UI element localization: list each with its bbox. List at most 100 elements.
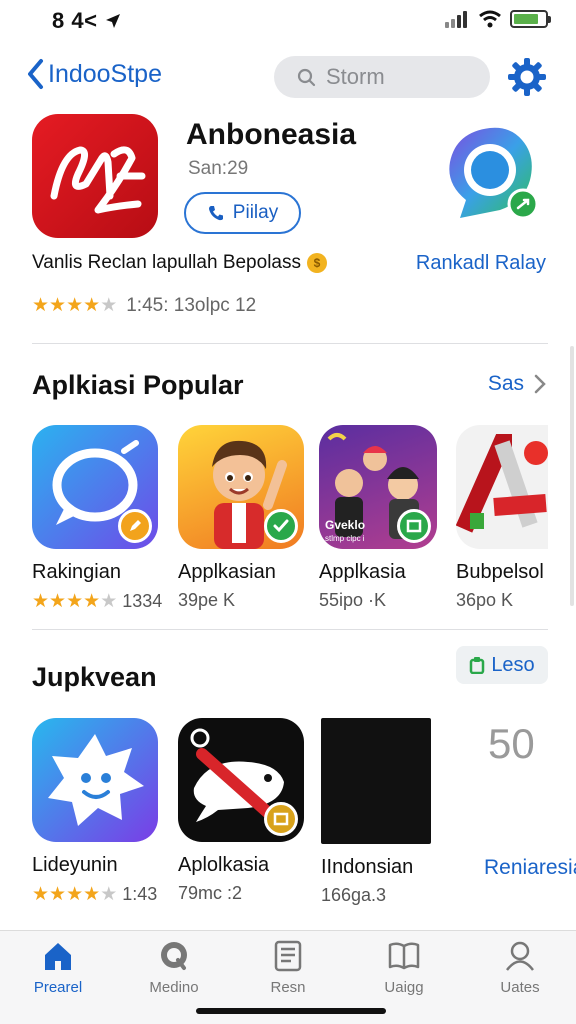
app-name: Rakingian bbox=[32, 561, 121, 583]
star-icon: ★ bbox=[83, 295, 100, 316]
app-card[interactable]: Aplolkasia 79mc :2 bbox=[178, 718, 308, 904]
app-tile-group: Gveklo stlmp clpc i bbox=[319, 425, 437, 549]
tab-medino[interactable]: Medino bbox=[134, 939, 214, 996]
app-meta: 55ipo ·K bbox=[319, 590, 449, 611]
app-meta-text: 1:43 bbox=[122, 884, 158, 904]
app-tile-letter-a bbox=[456, 425, 548, 549]
featured-app: Anboneasia San:29 Piilay Vanlis Reclan l… bbox=[0, 112, 576, 342]
app-meta-text: 36po K bbox=[456, 590, 514, 610]
popular-app-row: Rakingian ★★★★★ 1334 Applkasian 39pe bbox=[0, 425, 576, 625]
app-card[interactable]: Lideyunin ★ ★ ★ ★ ★ 1:43 bbox=[32, 718, 162, 906]
ranking-app-icon[interactable] bbox=[440, 122, 540, 222]
leso-label: Leso bbox=[491, 653, 535, 676]
tab-label: Prearel bbox=[33, 979, 83, 996]
ranking-link[interactable]: Rankadl Ralay bbox=[416, 252, 546, 275]
app-name: IIndonsian bbox=[321, 856, 414, 878]
location-arrow-icon bbox=[106, 14, 120, 28]
featured-app-description: Vanlis Reclan lapullah Bepolass $ bbox=[32, 252, 327, 274]
search-magnifier-icon bbox=[161, 942, 187, 970]
app-card[interactable]: Applkasian 39pe K bbox=[178, 425, 308, 611]
play-button[interactable]: Piilay bbox=[184, 192, 301, 234]
signal-icon bbox=[445, 11, 467, 28]
chevron-right-icon bbox=[534, 374, 546, 394]
rating-stars: ★ ★ ★ ★ ★ bbox=[32, 294, 117, 317]
star-icon: ★ bbox=[83, 884, 100, 905]
game-caption: Gveklo stlmp clpc i bbox=[325, 518, 366, 543]
app-tile-black bbox=[321, 718, 431, 844]
app-meta-text: 1334 bbox=[122, 591, 163, 611]
back-label: IndooStpe bbox=[48, 59, 162, 88]
flag-badge-icon bbox=[264, 802, 298, 836]
star-icon: ★ bbox=[32, 884, 49, 905]
featured-app-title: Anboneasia bbox=[186, 118, 357, 151]
search-icon bbox=[297, 68, 316, 87]
star-icon: ★ bbox=[66, 295, 83, 316]
app-meta-text: 39pe K bbox=[178, 590, 236, 610]
gear-icon bbox=[508, 58, 546, 96]
star-icon: ★ bbox=[66, 884, 83, 905]
smiling-star-icon bbox=[48, 734, 144, 826]
status-indicators bbox=[444, 10, 551, 28]
star-icon: ★ bbox=[66, 591, 83, 612]
see-all-button[interactable]: Sas bbox=[488, 372, 546, 396]
app-tile-chat bbox=[32, 425, 158, 549]
star-icon: ★ bbox=[32, 295, 49, 316]
play-button-label: Piilay bbox=[232, 202, 279, 223]
chevron-left-icon bbox=[28, 59, 43, 89]
app-meta: ★ ★ ★ ★ ★ 1:43 bbox=[32, 883, 162, 906]
app-card[interactable]: Gveklo stlmp clpc i Applkasia 55ipo ·K bbox=[319, 425, 449, 611]
side-link[interactable]: Reniaresia bbox=[484, 856, 576, 880]
tab-uaigg[interactable]: Uaigg bbox=[364, 939, 444, 996]
star-icon: ★ bbox=[32, 591, 49, 612]
featured-app-icon[interactable] bbox=[32, 114, 158, 238]
app-name: Bubpelsol bbox=[456, 561, 544, 583]
star-icon: ★ bbox=[49, 295, 66, 316]
app-card[interactable]: Bubpelsol 36po K bbox=[456, 425, 576, 611]
star-icon: ★ bbox=[100, 591, 117, 612]
wifi-icon bbox=[479, 10, 501, 28]
app-meta-text: 55ipo ·K bbox=[319, 590, 387, 610]
section-title-popular: Aplkiasi Popular bbox=[32, 370, 244, 400]
battery-icon bbox=[510, 10, 551, 28]
divider bbox=[32, 629, 548, 630]
chat-bubble-lens-icon bbox=[449, 127, 539, 220]
app-card[interactable]: Rakingian ★ ★ ★ ★ ★ 1334 bbox=[32, 425, 162, 613]
check-badge-icon bbox=[264, 509, 298, 543]
star-icon: ★ bbox=[100, 295, 117, 316]
tab-label: Uaigg bbox=[384, 979, 424, 996]
coin-icon: $ bbox=[306, 253, 327, 273]
search-field[interactable]: Storm bbox=[274, 56, 490, 98]
back-button[interactable]: IndooStpe bbox=[26, 58, 162, 90]
tab-uates[interactable]: Uates bbox=[480, 939, 560, 996]
home-icon bbox=[45, 943, 71, 970]
app-meta: 166ga.3 bbox=[321, 885, 451, 906]
section-title-jupkvean: Jupkvean bbox=[32, 662, 157, 692]
tab-prearel[interactable]: Prearel bbox=[18, 939, 98, 996]
app-meta: 79mc :2 bbox=[178, 883, 308, 904]
tab-label: Uates bbox=[500, 979, 540, 996]
leso-button[interactable]: Leso bbox=[456, 646, 548, 684]
app-name: Applkasian bbox=[178, 561, 276, 583]
status-bar: 8 4< bbox=[0, 0, 576, 40]
scrollbar[interactable] bbox=[570, 346, 574, 606]
app-tile-cartoon bbox=[178, 425, 304, 549]
app-meta-text: 79mc :2 bbox=[178, 883, 243, 903]
book-icon bbox=[388, 942, 420, 970]
settings-button[interactable] bbox=[506, 56, 548, 98]
star-icon: ★ bbox=[49, 884, 66, 905]
app-name: Lideyunin bbox=[32, 854, 118, 876]
featured-rating-text: 1:45: 13olpc 12 bbox=[126, 294, 257, 316]
status-time: 8 4< bbox=[52, 8, 98, 33]
tab-label: Medino bbox=[149, 979, 199, 996]
app-tile-sun bbox=[32, 718, 158, 842]
divider bbox=[32, 343, 548, 344]
app-meta: 39pe K bbox=[178, 590, 308, 611]
star-icon: ★ bbox=[49, 591, 66, 612]
featured-description-text: Vanlis Reclan lapullah Bepolass bbox=[32, 252, 301, 273]
app-card[interactable]: IIndonsian 166ga.3 bbox=[321, 718, 451, 906]
rating-stars: ★ ★ ★ ★ ★ bbox=[32, 883, 117, 906]
navigation-bar: IndooStpe Storm bbox=[0, 52, 576, 100]
flag-badge-icon bbox=[397, 509, 431, 543]
tab-resn[interactable]: Resn bbox=[248, 939, 328, 996]
phone-icon bbox=[208, 206, 223, 221]
